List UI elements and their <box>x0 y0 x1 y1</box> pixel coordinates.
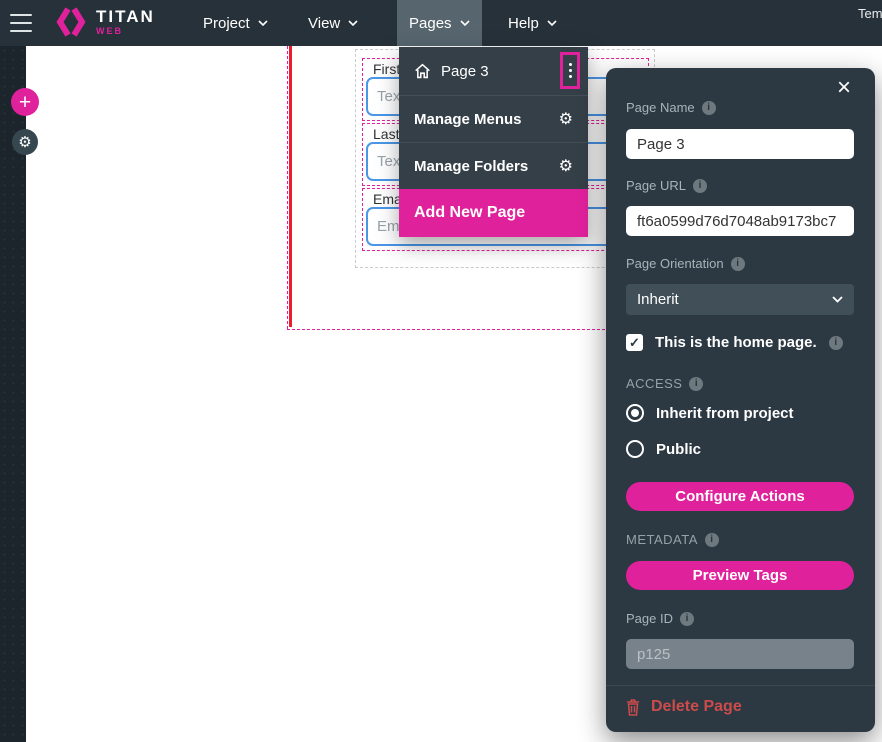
page-id-label: Page ID i <box>626 611 694 626</box>
home-page-checkbox-label: This is the home page. <box>655 334 817 351</box>
checkbox-checked-icon[interactable]: ✓ <box>626 334 643 351</box>
chevron-down-icon <box>832 296 843 303</box>
chevron-down-icon <box>547 20 557 26</box>
radio-label: Inherit from project <box>656 404 794 422</box>
menu-item-label: Page 3 <box>441 62 489 80</box>
info-icon[interactable]: i <box>692 178 707 193</box>
home-page-checkbox-row[interactable]: ✓ This is the home page. i <box>626 334 843 351</box>
preview-tags-button[interactable]: Preview Tags <box>626 561 854 590</box>
info-icon[interactable]: i <box>689 376 704 391</box>
menu-item-page-3[interactable]: Page 3 <box>399 47 588 95</box>
canvas-settings-button[interactable]: ⚙ <box>12 129 38 155</box>
topbar: TITAN WEB Project View Pages Help Tem <box>0 0 882 46</box>
access-radio-inherit[interactable]: Inherit from project <box>626 404 794 422</box>
selected-option: Inherit <box>637 291 679 308</box>
home-icon <box>415 63 430 78</box>
nav-view-label: View <box>308 14 341 32</box>
menu-item-label: Add New Page <box>414 204 526 221</box>
nav-help-label: Help <box>508 14 539 32</box>
radio-selected-icon[interactable] <box>626 404 644 422</box>
nav-help[interactable]: Help <box>508 0 557 46</box>
menu-item-label: Manage Menus <box>414 110 522 128</box>
nav-pages-label: Pages <box>409 14 452 32</box>
menu-item-manage-folders[interactable]: Manage Folders ⚙ <box>399 142 588 189</box>
configure-actions-button[interactable]: Configure Actions <box>626 482 854 511</box>
menu-item-label: Manage Folders <box>414 157 529 175</box>
plus-icon: + <box>18 90 32 114</box>
gear-icon: ⚙ <box>18 134 32 151</box>
page-id-input <box>626 639 854 669</box>
add-element-button[interactable]: + <box>11 88 39 116</box>
chevron-down-icon <box>258 20 268 26</box>
pages-dropdown-menu: Page 3 Manage Menus ⚙ Manage Folders ⚙ A… <box>399 47 588 237</box>
info-icon[interactable]: i <box>730 256 745 271</box>
metadata-section-heading: METADATA i <box>626 532 719 547</box>
red-edge-guide <box>289 46 292 327</box>
selection-dashed-guide-vertical <box>287 46 288 329</box>
chevron-down-icon <box>348 20 358 26</box>
brand-title: TITAN <box>96 7 155 26</box>
menu-item-manage-menus[interactable]: Manage Menus ⚙ <box>399 95 588 142</box>
brand: TITAN WEB <box>54 6 155 38</box>
titan-logo-icon <box>56 7 86 37</box>
menu-item-add-new-page[interactable]: Add New Page <box>399 189 588 237</box>
page-settings-panel: × Page Name i Page URL i Page Orientatio… <box>606 68 875 732</box>
access-section-heading: ACCESS i <box>626 376 704 391</box>
page-url-input[interactable] <box>626 206 854 236</box>
radio-unselected-icon[interactable] <box>626 440 644 458</box>
delete-page-label: Delete Page <box>651 698 742 715</box>
chevron-down-icon <box>459 20 470 26</box>
info-icon[interactable]: i <box>701 100 716 115</box>
gear-icon: ⚙ <box>558 158 573 175</box>
info-icon[interactable]: i <box>828 335 843 350</box>
page-url-label: Page URL i <box>626 178 707 193</box>
brand-subtitle: WEB <box>96 26 123 36</box>
nav-view[interactable]: View <box>308 0 358 46</box>
page-name-label: Page Name i <box>626 100 716 115</box>
nav-project-label: Project <box>203 14 250 32</box>
page-options-kebab-button[interactable] <box>560 52 580 89</box>
topbar-right-text: Tem <box>858 6 882 21</box>
trash-icon <box>627 698 639 716</box>
nav-pages[interactable]: Pages <box>397 0 482 46</box>
page-name-input[interactable] <box>626 129 854 159</box>
access-radio-public[interactable]: Public <box>626 440 701 458</box>
close-icon[interactable]: × <box>830 74 858 102</box>
info-icon[interactable]: i <box>679 611 694 626</box>
page-orientation-select[interactable]: Inherit <box>626 284 854 315</box>
nav-project[interactable]: Project <box>203 0 268 46</box>
info-icon[interactable]: i <box>704 532 719 547</box>
panel-divider <box>606 685 875 686</box>
radio-label: Public <box>656 440 702 458</box>
page-orientation-label: Page Orientation i <box>626 256 745 271</box>
gear-icon: ⚙ <box>558 111 573 128</box>
hamburger-menu-icon[interactable] <box>10 14 32 32</box>
app-window: First name Text Last name Text Email Ema… <box>0 0 882 742</box>
delete-page-button[interactable]: Delete Page <box>626 698 742 716</box>
